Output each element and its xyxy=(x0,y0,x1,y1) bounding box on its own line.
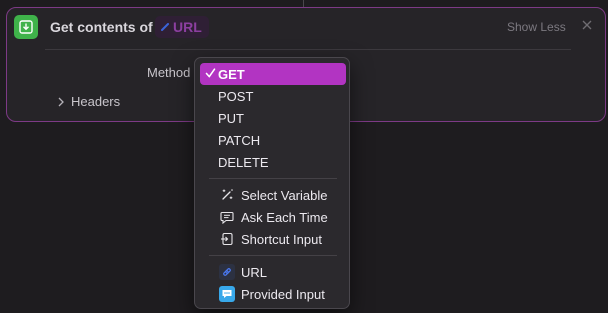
menu-item-label: PATCH xyxy=(218,133,261,148)
action-title: Get contents of xyxy=(50,19,153,35)
link-icon xyxy=(161,23,169,31)
show-less-button[interactable]: Show Less xyxy=(507,20,566,34)
headers-label: Headers xyxy=(71,94,121,109)
close-icon[interactable] xyxy=(581,19,595,33)
menu-item-label: DELETE xyxy=(218,155,269,170)
menu-item-put[interactable]: PUT xyxy=(200,107,346,129)
url-variable-token[interactable]: URL xyxy=(155,16,209,38)
method-dropdown-menu: GET POST PUT PATCH DELETE Select Variabl… xyxy=(194,57,350,309)
method-label: Method xyxy=(147,65,191,80)
menu-item-shortcut-input[interactable]: Shortcut Input xyxy=(200,228,346,250)
menu-item-provided-input[interactable]: Provided Input xyxy=(200,283,346,305)
menu-item-label: URL xyxy=(241,265,268,280)
card-divider xyxy=(45,49,571,50)
speech-bubble-icon xyxy=(219,209,235,225)
checkmark-icon xyxy=(205,68,216,78)
menu-separator xyxy=(209,178,337,179)
menu-item-label: GET xyxy=(218,67,245,82)
link-icon xyxy=(219,264,235,280)
menu-item-post[interactable]: POST xyxy=(200,85,346,107)
menu-item-ask-each-time[interactable]: Ask Each Time xyxy=(200,206,346,228)
menu-item-label: Ask Each Time xyxy=(241,210,328,225)
shortcut-input-icon xyxy=(219,231,235,247)
menu-item-url[interactable]: URL xyxy=(200,261,346,283)
provided-input-icon xyxy=(219,286,235,302)
menu-item-label: POST xyxy=(218,89,254,104)
menu-item-label: Select Variable xyxy=(241,188,328,203)
url-token-label: URL xyxy=(173,19,202,35)
headers-disclosure[interactable]: Headers xyxy=(57,94,120,109)
magic-wand-icon xyxy=(219,187,235,203)
menu-item-label: PUT xyxy=(218,111,244,126)
menu-item-select-variable[interactable]: Select Variable xyxy=(200,184,346,206)
menu-item-get[interactable]: GET xyxy=(200,63,346,85)
chevron-right-icon xyxy=(58,97,64,106)
menu-item-label: Provided Input xyxy=(241,287,325,302)
menu-separator xyxy=(209,255,337,256)
action-header: Get contents of URL Show Less xyxy=(7,8,605,46)
menu-item-patch[interactable]: PATCH xyxy=(200,129,346,151)
menu-item-delete[interactable]: DELETE xyxy=(200,151,346,173)
menu-item-label: Shortcut Input xyxy=(241,232,322,247)
download-tray-icon xyxy=(14,15,38,39)
